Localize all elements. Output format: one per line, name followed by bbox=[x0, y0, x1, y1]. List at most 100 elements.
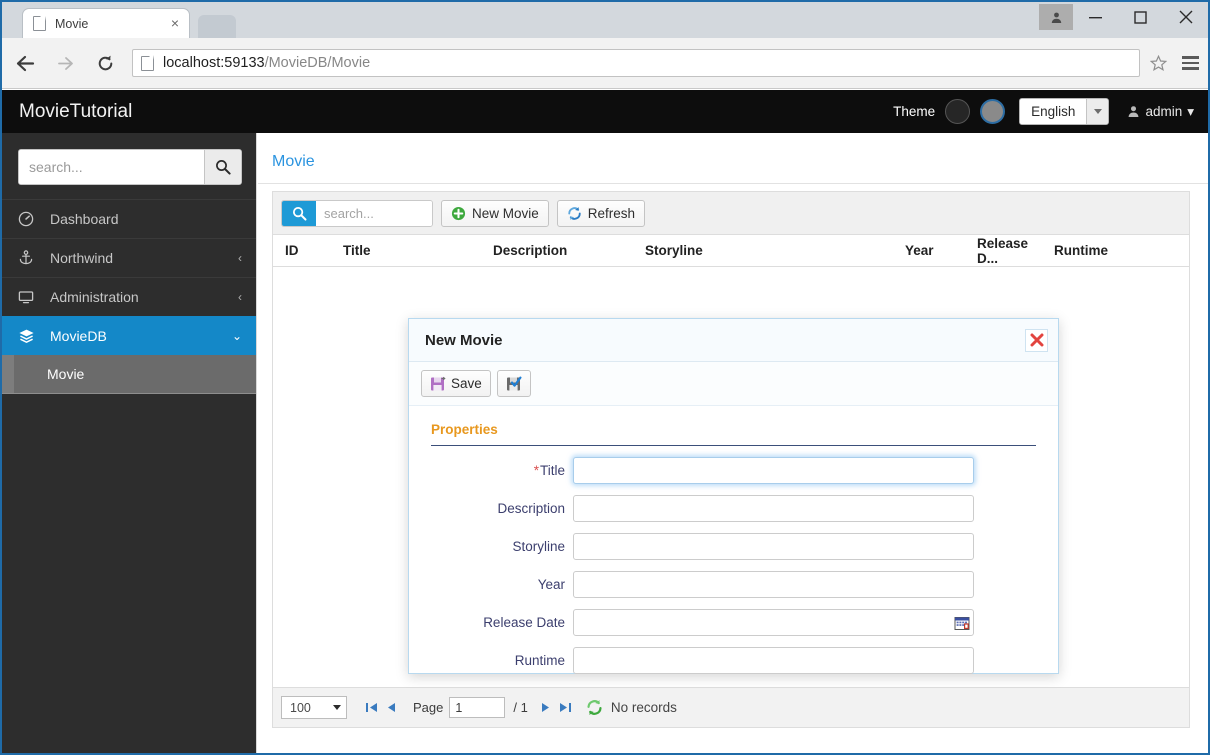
page-label: Page bbox=[413, 700, 444, 715]
runtime-input[interactable] bbox=[573, 647, 974, 674]
dialog-toolbar: Save bbox=[409, 362, 1058, 406]
chevron-down-icon: ▾ bbox=[1187, 103, 1194, 119]
description-input[interactable] bbox=[573, 495, 974, 522]
app-header: MovieTutorial Theme English admin ▾ bbox=[2, 90, 1208, 133]
column-header-year[interactable]: Year bbox=[901, 243, 973, 258]
title-input[interactable] bbox=[573, 457, 974, 484]
save-button-label: Save bbox=[451, 376, 482, 391]
minimize-icon[interactable] bbox=[1073, 2, 1118, 32]
back-arrow-icon[interactable] bbox=[8, 46, 42, 80]
page-size-value: 100 bbox=[290, 700, 311, 715]
dialog-header: New Movie bbox=[409, 319, 1058, 362]
year-input[interactable] bbox=[573, 571, 974, 598]
field-label-storyline: Storyline bbox=[512, 539, 565, 554]
browser-toolbar: localhost:59133/MovieDB/Movie bbox=[2, 38, 1208, 89]
page-number-input[interactable] bbox=[449, 697, 506, 718]
address-bar-url: localhost:59133/MovieDB/Movie bbox=[163, 55, 370, 71]
sidebar-item-label: Dashboard bbox=[50, 211, 119, 227]
url-host: localhost:59133 bbox=[163, 55, 265, 71]
new-movie-button[interactable]: New Movie bbox=[441, 199, 549, 227]
required-asterisk: * bbox=[533, 463, 539, 478]
grid-quick-search[interactable] bbox=[281, 199, 433, 227]
column-header-title[interactable]: Title bbox=[339, 243, 489, 258]
monitor-icon bbox=[18, 289, 40, 305]
browser-tab-strip: Movie × bbox=[2, 2, 1208, 38]
grid-search-input[interactable] bbox=[316, 200, 432, 226]
sidebar: Dashboard Northwind ‹ Administration ‹ M… bbox=[2, 133, 257, 753]
new-movie-dialog: New Movie Save Properties *Title Descrip… bbox=[408, 318, 1059, 674]
tab-close-icon[interactable]: × bbox=[167, 15, 183, 32]
sidebar-search[interactable] bbox=[18, 149, 242, 185]
form-row-release-date: Release Date bbox=[431, 609, 1036, 636]
anchor-icon bbox=[18, 250, 40, 266]
forward-arrow-icon[interactable] bbox=[48, 46, 82, 80]
sidebar-item-label: Northwind bbox=[50, 250, 114, 266]
release-date-input[interactable] bbox=[573, 609, 974, 636]
dialog-body: Properties *Title Description Storyline … bbox=[409, 406, 1058, 674]
close-icon[interactable] bbox=[1163, 2, 1208, 32]
next-page-icon[interactable] bbox=[536, 701, 556, 714]
save-and-close-button[interactable] bbox=[496, 370, 531, 397]
sidebar-search-input[interactable] bbox=[19, 150, 205, 184]
grid-toolbar: New Movie Refresh bbox=[273, 192, 1189, 235]
star-icon[interactable] bbox=[1144, 54, 1172, 72]
storyline-input[interactable] bbox=[573, 533, 974, 560]
column-header-storyline[interactable]: Storyline bbox=[641, 243, 901, 258]
last-page-icon[interactable] bbox=[556, 701, 576, 714]
user-icon bbox=[1129, 106, 1139, 117]
reload-icon[interactable] bbox=[88, 46, 122, 80]
field-label-runtime: Runtime bbox=[514, 653, 565, 668]
column-header-release-date[interactable]: Release D... bbox=[973, 236, 1050, 266]
grid-header-row: ID Title Description Storyline Year Rele… bbox=[273, 235, 1189, 267]
column-header-description[interactable]: Description bbox=[489, 243, 641, 258]
column-header-runtime[interactable]: Runtime bbox=[1050, 243, 1140, 258]
layers-icon bbox=[18, 328, 40, 345]
new-movie-label: New Movie bbox=[472, 205, 539, 221]
plus-circle-icon bbox=[451, 206, 466, 220]
form-row-year: Year bbox=[431, 571, 1036, 598]
user-menu[interactable]: admin ▾ bbox=[1127, 104, 1194, 120]
sidebar-item-arrow: ‹ bbox=[238, 251, 242, 265]
grid-refresh-icon[interactable] bbox=[586, 699, 603, 716]
sidebar-item-dashboard[interactable]: Dashboard bbox=[2, 199, 256, 238]
first-page-icon[interactable] bbox=[361, 701, 381, 714]
new-tab-button[interactable] bbox=[198, 15, 236, 38]
save-floppy-icon bbox=[431, 376, 446, 390]
chevron-down-icon bbox=[333, 705, 341, 710]
app-brand[interactable]: MovieTutorial bbox=[19, 101, 132, 123]
refresh-icon bbox=[568, 206, 581, 220]
save-button[interactable]: Save bbox=[421, 370, 491, 397]
release-date-wrapper bbox=[573, 609, 974, 636]
grid-footer: 100 Page / 1 bbox=[273, 687, 1189, 727]
address-bar[interactable]: localhost:59133/MovieDB/Movie bbox=[132, 49, 1140, 77]
sidebar-item-northwind[interactable]: Northwind ‹ bbox=[2, 238, 256, 277]
column-header-id[interactable]: ID bbox=[281, 243, 339, 258]
dialog-title: New Movie bbox=[425, 331, 503, 349]
chevron-down-icon: ⌄ bbox=[231, 329, 242, 343]
sidebar-item-label: MovieDB bbox=[50, 328, 107, 344]
previous-page-icon[interactable] bbox=[381, 701, 401, 714]
sidebar-item-movie[interactable]: Movie bbox=[2, 355, 256, 394]
maximize-icon[interactable] bbox=[1118, 2, 1163, 32]
header-right-tools: Theme English admin ▾ bbox=[893, 98, 1194, 125]
profile-icon[interactable] bbox=[1039, 4, 1073, 30]
search-icon[interactable] bbox=[204, 150, 241, 184]
browser-tab[interactable]: Movie × bbox=[22, 8, 190, 38]
title-divider bbox=[258, 183, 1208, 184]
sidebar-item-moviedb[interactable]: MovieDB ⌄ bbox=[2, 316, 256, 355]
refresh-button[interactable]: Refresh bbox=[556, 199, 646, 227]
sidebar-item-administration[interactable]: Administration ‹ bbox=[2, 277, 256, 316]
search-icon[interactable] bbox=[282, 200, 316, 226]
dashboard-icon bbox=[18, 211, 40, 227]
field-label-release-date: Release Date bbox=[483, 615, 565, 630]
field-label-description: Description bbox=[497, 501, 565, 516]
theme-label: Theme bbox=[893, 104, 936, 119]
hamburger-menu-icon[interactable] bbox=[1172, 43, 1208, 83]
language-selector[interactable]: English bbox=[1019, 98, 1110, 125]
calendar-icon[interactable] bbox=[954, 615, 970, 631]
page-size-select[interactable]: 100 bbox=[281, 696, 347, 719]
theme-gray-swatch[interactable] bbox=[980, 99, 1006, 124]
form-row-runtime: Runtime bbox=[431, 647, 1036, 674]
dialog-close-icon[interactable] bbox=[1025, 328, 1048, 352]
theme-dark-swatch[interactable] bbox=[945, 99, 971, 124]
